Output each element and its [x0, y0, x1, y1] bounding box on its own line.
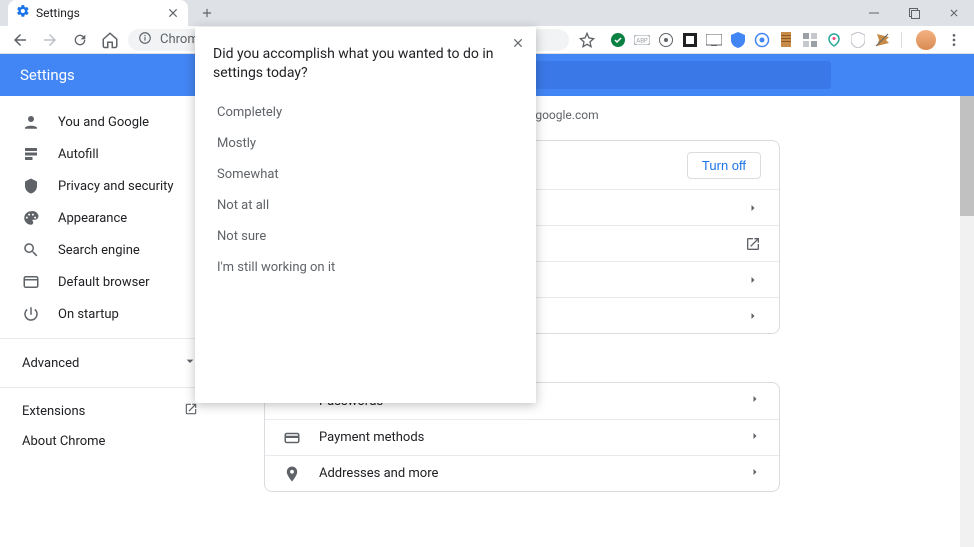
power-icon	[22, 305, 40, 323]
extension-icon[interactable]	[729, 31, 747, 49]
toolbar-separator	[901, 32, 902, 48]
home-button[interactable]	[98, 28, 122, 52]
extension-icon[interactable]	[801, 31, 819, 49]
reload-button[interactable]	[68, 28, 92, 52]
sidebar-separator	[0, 338, 220, 339]
new-tab-button[interactable]	[194, 0, 220, 26]
profile-avatar[interactable]	[916, 30, 936, 50]
survey-option[interactable]: Completely	[213, 97, 518, 128]
sidebar-extensions-label: Extensions	[22, 404, 85, 419]
extension-icon[interactable]	[777, 31, 795, 49]
survey-option[interactable]: I'm still working on it	[213, 252, 518, 283]
survey-question: Did you accomplish what you wanted to do…	[213, 45, 518, 83]
extension-icon[interactable]	[705, 31, 723, 49]
sidebar-separator	[0, 387, 220, 388]
chevron-right-icon	[745, 308, 761, 324]
window-minimize-button[interactable]	[854, 0, 894, 26]
sidebar-advanced-label: Advanced	[22, 356, 79, 371]
extension-icon[interactable]	[873, 31, 891, 49]
browser-menu-button[interactable]	[942, 28, 966, 52]
location-pin-icon	[283, 465, 301, 483]
sidebar-item-privacy[interactable]: Privacy and security	[0, 170, 220, 202]
open-external-icon	[184, 402, 198, 420]
credit-card-icon	[283, 429, 301, 447]
site-info-icon[interactable]	[138, 31, 152, 49]
chevron-right-icon	[745, 272, 761, 288]
palette-icon	[22, 209, 40, 227]
sidebar-item-label: Privacy and security	[58, 179, 174, 194]
sidebar-about-label: About Chrome	[22, 434, 105, 449]
settings-gear-icon	[16, 4, 30, 22]
survey-option[interactable]: Not sure	[213, 221, 518, 252]
window-maximize-button[interactable]	[894, 0, 934, 26]
extension-icon[interactable]	[825, 31, 843, 49]
autofill-row-label: Payment methods	[319, 430, 424, 445]
extension-icons: ABP	[609, 28, 966, 52]
chevron-right-icon	[749, 430, 761, 446]
sidebar-item-you-and-google[interactable]: You and Google	[0, 106, 220, 138]
shield-icon	[22, 177, 40, 195]
survey-option[interactable]: Not at all	[213, 190, 518, 221]
survey-popup: Did you accomplish what you wanted to do…	[195, 27, 536, 403]
sidebar-item-default-browser[interactable]: Default browser	[0, 266, 220, 298]
sidebar-about-link[interactable]: About Chrome	[0, 426, 220, 456]
sidebar-item-label: On startup	[58, 307, 119, 322]
sidebar-advanced-toggle[interactable]: Advanced	[0, 347, 220, 379]
person-icon	[22, 113, 40, 131]
chevron-right-icon	[749, 393, 761, 409]
settings-title: Settings	[20, 66, 75, 84]
survey-close-button[interactable]	[508, 33, 528, 53]
extension-icon[interactable]	[753, 31, 771, 49]
bookmark-star-icon[interactable]	[575, 28, 599, 52]
forward-button[interactable]	[38, 28, 62, 52]
browser-icon	[22, 273, 40, 291]
window-titlebar: Settings	[0, 0, 974, 26]
scrollbar-thumb[interactable]	[960, 96, 974, 216]
search-icon	[22, 241, 40, 259]
turn-off-button[interactable]: Turn off	[687, 152, 761, 179]
tab-title: Settings	[36, 6, 160, 20]
extension-icon[interactable]	[657, 31, 675, 49]
sidebar-extensions-link[interactable]: Extensions	[0, 396, 220, 426]
autofill-payment-row[interactable]: Payment methods	[265, 419, 779, 455]
back-button[interactable]	[8, 28, 32, 52]
sidebar-item-label: Autofill	[58, 147, 99, 162]
survey-option[interactable]: Somewhat	[213, 159, 518, 190]
autofill-icon	[22, 145, 40, 163]
chevron-right-icon	[745, 200, 761, 216]
sidebar-item-label: Default browser	[58, 275, 150, 290]
svg-text:ABP: ABP	[636, 37, 648, 44]
extension-icon[interactable]	[849, 31, 867, 49]
tab-close-icon[interactable]	[166, 6, 180, 20]
window-close-button[interactable]	[934, 0, 974, 26]
extension-icon[interactable]	[681, 31, 699, 49]
sidebar-item-on-startup[interactable]: On startup	[0, 298, 220, 330]
extension-icon[interactable]: ABP	[633, 31, 651, 49]
sidebar-item-label: You and Google	[58, 115, 149, 130]
open-external-icon	[745, 236, 761, 252]
chevron-right-icon	[749, 466, 761, 482]
survey-option[interactable]: Mostly	[213, 128, 518, 159]
sidebar-item-label: Appearance	[58, 211, 127, 226]
autofill-addresses-row[interactable]: Addresses and more	[265, 455, 779, 491]
autofill-row-label: Addresses and more	[319, 466, 438, 481]
window-controls	[854, 0, 974, 26]
sidebar-item-label: Search engine	[58, 243, 140, 258]
sidebar-item-autofill[interactable]: Autofill	[0, 138, 220, 170]
sidebar-item-search-engine[interactable]: Search engine	[0, 234, 220, 266]
browser-tab[interactable]: Settings	[8, 0, 188, 26]
settings-sidebar: You and Google Autofill Privacy and secu…	[0, 96, 220, 547]
extension-icon[interactable]	[609, 31, 627, 49]
sidebar-item-appearance[interactable]: Appearance	[0, 202, 220, 234]
